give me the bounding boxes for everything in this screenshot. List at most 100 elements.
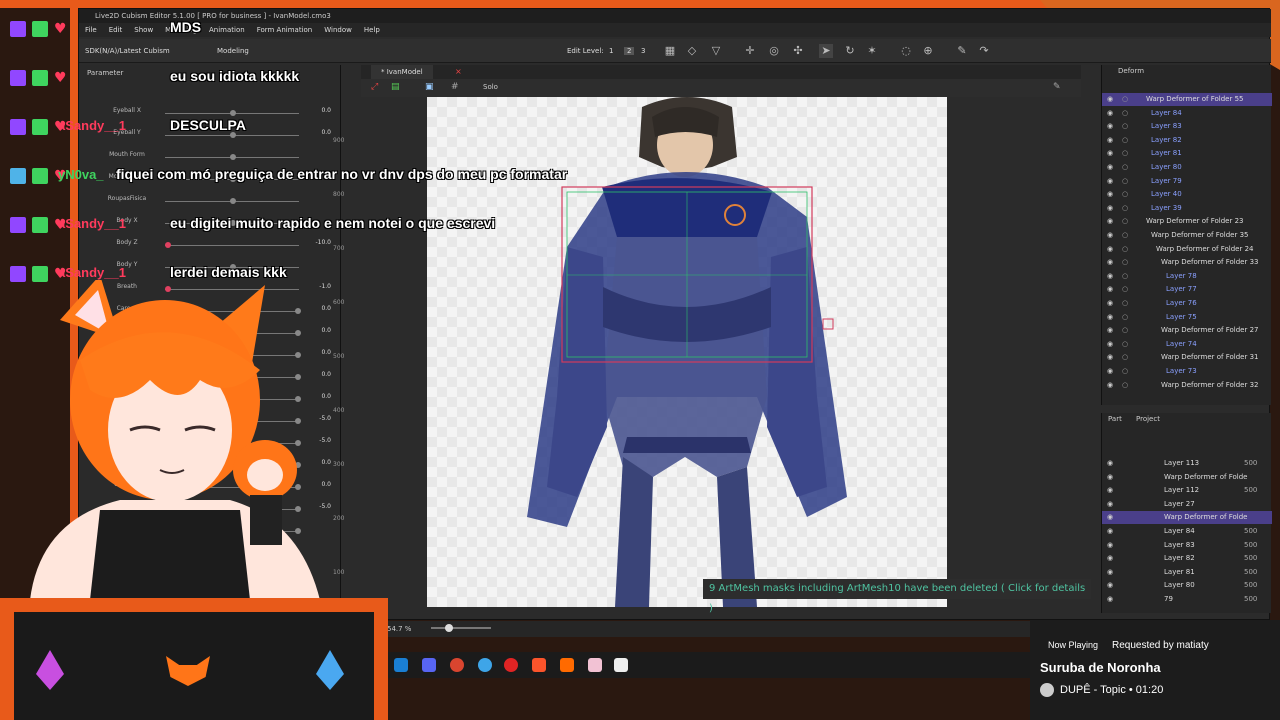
part-item[interactable]: ◉ Layer 81 500 xyxy=(1102,566,1272,579)
lock-icon[interactable]: ○ xyxy=(1122,256,1128,269)
lock-icon[interactable]: ○ xyxy=(1122,243,1128,256)
visibility-eye-icon[interactable]: ◉ xyxy=(1107,539,1113,552)
part-item[interactable]: ◉ Layer 84 500 xyxy=(1102,525,1272,538)
visibility-eye-icon[interactable]: ◉ xyxy=(1107,120,1113,133)
arrow-icon[interactable]: ➤ xyxy=(819,44,833,58)
lock-icon[interactable]: ○ xyxy=(1122,161,1128,174)
visibility-eye-icon[interactable]: ◉ xyxy=(1107,243,1113,256)
lock-icon[interactable]: ○ xyxy=(1122,297,1128,310)
warp-deformer-item[interactable]: ◉ ○ Warp Deformer of Folder 24 xyxy=(1102,243,1272,256)
chrome-icon[interactable] xyxy=(450,658,464,672)
visibility-eye-icon[interactable]: ◉ xyxy=(1107,484,1113,497)
lock-icon[interactable]: ○ xyxy=(1122,379,1128,392)
visibility-eye-icon[interactable]: ◉ xyxy=(1107,379,1113,392)
visibility-eye-icon[interactable]: ◉ xyxy=(1107,270,1113,283)
layer-item[interactable]: ◉ ○ Layer 73 xyxy=(1102,365,1272,378)
part-item[interactable]: ◉ Layer 113 500 xyxy=(1102,457,1272,470)
lock-icon[interactable]: ○ xyxy=(1122,324,1128,337)
lock-icon[interactable]: ○ xyxy=(1122,120,1128,133)
visibility-eye-icon[interactable]: ◉ xyxy=(1107,161,1113,174)
visibility-eye-icon[interactable]: ◉ xyxy=(1107,134,1113,147)
edit-level-3[interactable]: 3 xyxy=(641,47,645,55)
warp-deformer-item[interactable]: ◉ ○ Warp Deformer of Folder 32 xyxy=(1102,379,1272,392)
visibility-eye-icon[interactable]: ◉ xyxy=(1107,147,1113,160)
lock-icon[interactable]: ○ xyxy=(1122,338,1128,351)
edit-level-2[interactable]: 2 xyxy=(624,47,635,55)
lock-icon[interactable]: ○ xyxy=(1122,215,1128,228)
visibility-eye-icon[interactable]: ◉ xyxy=(1107,256,1113,269)
warp-deformer-item[interactable]: ◉ ○ Warp Deformer of Folder 33 xyxy=(1102,256,1272,269)
magic-icon[interactable]: ✶ xyxy=(865,44,879,58)
visibility-eye-icon[interactable]: ◉ xyxy=(1107,525,1113,538)
layer-item[interactable]: ◉ ○ Layer 76 xyxy=(1102,297,1272,310)
layer-item[interactable]: ◉ ○ Layer 74 xyxy=(1102,338,1272,351)
layer-item[interactable]: ◉ ○ Layer 39 xyxy=(1102,202,1272,215)
lock-icon[interactable]: ○ xyxy=(1122,147,1128,160)
layer-item[interactable]: ◉ ○ Layer 78 xyxy=(1102,270,1272,283)
visibility-eye-icon[interactable]: ◉ xyxy=(1107,324,1113,337)
visibility-eye-icon[interactable]: ◉ xyxy=(1107,338,1113,351)
browser-icon[interactable] xyxy=(478,658,492,672)
visibility-eye-icon[interactable]: ◉ xyxy=(1107,579,1113,592)
lock-icon[interactable]: ○ xyxy=(1122,283,1128,296)
pin-view-icon[interactable]: ✎ xyxy=(1053,82,1061,92)
zoom-slider[interactable] xyxy=(431,627,491,629)
part-item[interactable]: ◉ Warp Deformer of Folde xyxy=(1102,511,1272,525)
warp-deformer-item[interactable]: ◉ ○ Warp Deformer of Folder 27 xyxy=(1102,324,1272,337)
filter-icon[interactable]: ▽ xyxy=(709,44,723,58)
zoom-slider-handle[interactable] xyxy=(445,624,453,632)
warp-deformer-item[interactable]: ◉ ○ Warp Deformer of Folder 23 xyxy=(1102,215,1272,228)
warp-deformer-item[interactable]: ◉ ○ Warp Deformer of Folder 31 xyxy=(1102,351,1272,364)
visibility-eye-icon[interactable]: ◉ xyxy=(1107,297,1113,310)
edit-level-1[interactable]: 1 xyxy=(609,47,613,55)
lock-icon[interactable]: ○ xyxy=(1122,134,1128,147)
deform-icon[interactable]: ✛ xyxy=(743,44,757,58)
lock-icon[interactable]: ○ xyxy=(1122,175,1128,188)
lock-icon[interactable]: ○ xyxy=(1122,270,1128,283)
redo-icon[interactable]: ↷ xyxy=(977,44,991,58)
visibility-eye-icon[interactable]: ◉ xyxy=(1107,566,1113,579)
layer-item[interactable]: ◉ ○ Layer 40 xyxy=(1102,188,1272,201)
visibility-eye-icon[interactable]: ◉ xyxy=(1107,365,1113,378)
misc-app-icon[interactable] xyxy=(614,658,628,672)
layer-item[interactable]: ◉ ○ Layer 79 xyxy=(1102,175,1272,188)
glue-icon[interactable]: ⊕ xyxy=(921,44,935,58)
paint-app-icon[interactable] xyxy=(588,658,602,672)
visibility-eye-icon[interactable]: ◉ xyxy=(1107,107,1113,120)
visibility-eye-icon[interactable]: ◉ xyxy=(1107,457,1113,470)
lock-icon[interactable]: ○ xyxy=(1122,229,1128,242)
lock-icon[interactable]: ○ xyxy=(1122,311,1128,324)
warp-deformer-item[interactable]: ◉ ○ Warp Deformer of Folder 35 xyxy=(1102,229,1272,242)
visibility-eye-icon[interactable]: ◉ xyxy=(1107,511,1113,524)
layer-item[interactable]: ◉ ○ Layer 75 xyxy=(1102,311,1272,324)
visibility-eye-icon[interactable]: ◉ xyxy=(1107,351,1113,364)
part-item[interactable]: ◉ Warp Deformer of Folde xyxy=(1102,471,1272,484)
lock-icon[interactable]: ○ xyxy=(1122,107,1128,120)
youtube-icon[interactable] xyxy=(504,658,518,672)
deletion-notice[interactable]: 9 ArtMesh masks including ArtMesh10 have… xyxy=(703,579,1091,614)
lock-icon[interactable]: ○ xyxy=(1122,93,1128,106)
steam-icon[interactable] xyxy=(394,658,408,672)
mesh-icon[interactable]: ◇ xyxy=(685,44,699,58)
visibility-eye-icon[interactable]: ◉ xyxy=(1107,498,1113,511)
visibility-eye-icon[interactable]: ◉ xyxy=(1107,593,1113,606)
visibility-eye-icon[interactable]: ◉ xyxy=(1107,202,1113,215)
visibility-eye-icon[interactable]: ◉ xyxy=(1107,552,1113,565)
visibility-eye-icon[interactable]: ◉ xyxy=(1107,215,1113,228)
part-item[interactable]: ◉ 79 500 xyxy=(1102,593,1272,606)
tab-part[interactable]: Part xyxy=(1108,413,1122,425)
lock-icon[interactable]: ○ xyxy=(1122,365,1128,378)
lasso-icon[interactable]: ◌ xyxy=(899,44,913,58)
tab-project[interactable]: Project xyxy=(1136,413,1160,425)
visibility-eye-icon[interactable]: ◉ xyxy=(1107,283,1113,296)
grid-icon[interactable]: ▦ xyxy=(663,44,677,58)
part-item[interactable]: ◉ Layer 112 500 xyxy=(1102,484,1272,497)
layer-item[interactable]: ◉ ○ Layer 84 xyxy=(1102,107,1272,120)
visibility-eye-icon[interactable]: ◉ xyxy=(1107,471,1113,484)
live2d-app-icon[interactable] xyxy=(560,658,574,672)
discord-icon[interactable] xyxy=(422,658,436,672)
visibility-eye-icon[interactable]: ◉ xyxy=(1107,175,1113,188)
layer-item[interactable]: ◉ ○ Layer 83 xyxy=(1102,120,1272,133)
visibility-eye-icon[interactable]: ◉ xyxy=(1107,188,1113,201)
part-item[interactable]: ◉ Layer 27 xyxy=(1102,498,1272,511)
